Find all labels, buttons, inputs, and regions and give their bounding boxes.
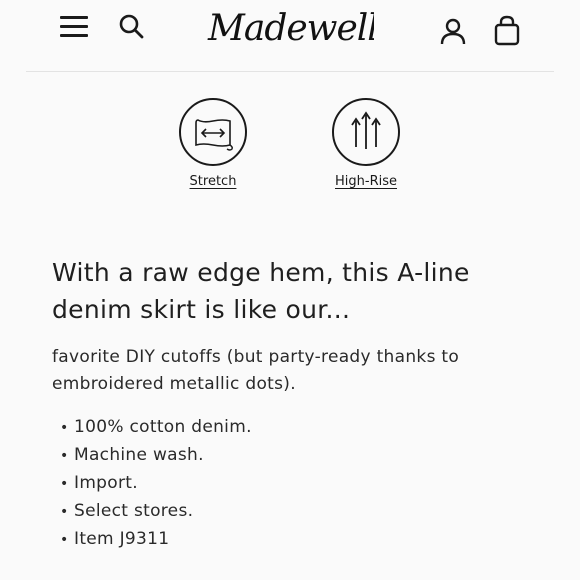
list-item: • Select stores. (60, 498, 500, 526)
list-item-text: Item J9311 (74, 529, 170, 549)
list-item-text: 100% cotton denim. (74, 417, 252, 437)
product-details-list: • 100% cotton denim. • Machine wash. • Impo… (60, 414, 500, 554)
product-details-page: Madewell Stretch High-Rise With a raw ed… (0, 0, 580, 580)
bullet-dot: • (60, 504, 69, 520)
bullet-dot: • (60, 532, 69, 548)
product-description: favorite DIY cutoffs (but party-ready th… (52, 347, 460, 394)
list-item-text: Machine wash. (74, 445, 204, 465)
bullet-dot: • (60, 476, 69, 492)
hamburger-menu-icon[interactable] (60, 14, 90, 40)
list-item-text: Select stores. (74, 501, 194, 521)
bullet-dot: • (60, 420, 69, 436)
shopping-bag-icon[interactable] (492, 14, 522, 46)
high-rise-icon (332, 98, 400, 166)
product-headline: With a raw edge hem, this A-line denim s… (52, 258, 470, 324)
search-icon[interactable] (118, 13, 146, 41)
feature-stretch: Stretch (158, 98, 268, 189)
list-item-text: Import. (74, 473, 138, 493)
brand-logo[interactable]: Madewell (206, 6, 379, 52)
list-item: • Machine wash. (60, 442, 500, 470)
bullet-dot: • (60, 448, 69, 464)
feature-high-rise-label[interactable]: High-Rise (311, 174, 421, 189)
list-item: • Import. (60, 470, 500, 498)
list-item: • 100% cotton denim. (60, 414, 500, 442)
feature-high-rise: High-Rise (311, 98, 421, 189)
feature-stretch-label[interactable]: Stretch (158, 174, 268, 189)
site-header: Madewell (26, 0, 554, 72)
account-icon[interactable] (438, 16, 468, 46)
stretch-icon (179, 98, 247, 166)
list-item: • Item J9311 (60, 526, 500, 554)
brand-logo-text: Madewell (207, 8, 374, 49)
